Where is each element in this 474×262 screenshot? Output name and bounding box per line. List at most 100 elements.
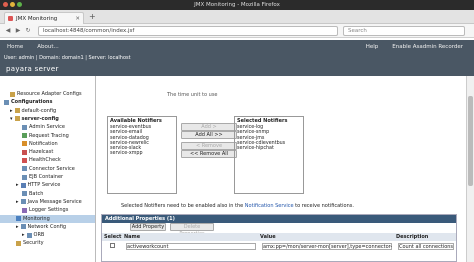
tree-node-icon xyxy=(22,133,27,138)
back-icon[interactable]: ◀ xyxy=(3,27,13,34)
add-all-button[interactable]: Add All >> xyxy=(181,131,237,139)
sidebar-item-label: EJB Container xyxy=(29,174,64,180)
forward-icon[interactable]: ▶ xyxy=(13,27,23,34)
remove-all-button[interactable]: << Remove All xyxy=(181,150,237,158)
url-bar[interactable]: localhost:4848/common/index.jsf xyxy=(38,26,338,36)
tree-node-icon xyxy=(26,232,32,238)
sidebar-item-network-config[interactable]: ▸ Network Config xyxy=(0,223,95,231)
selected-notifiers-list[interactable]: Selected Notifiers service-log service-sn… xyxy=(234,116,304,194)
expand-icon[interactable]: ▸ xyxy=(22,232,25,238)
sidebar-item-label: HealthCheck xyxy=(29,157,61,164)
about-button[interactable]: About... xyxy=(30,40,66,54)
sidebar-item-connector-service[interactable]: Connector Service xyxy=(0,165,95,173)
tree-node-icon xyxy=(22,149,27,155)
selected-notifiers-title: Selected Notifiers xyxy=(237,118,288,124)
notification-service-link[interactable]: Notification Service xyxy=(245,203,294,209)
tree-node-icon xyxy=(20,199,26,205)
available-notifiers-list[interactable]: Available Notifiers service-eventbus serv… xyxy=(107,116,177,194)
add-property-button[interactable]: Add Property xyxy=(130,223,166,231)
notifier-note: Selected Notifiers need to be enabled al… xyxy=(121,203,354,209)
tree-node-icon xyxy=(22,207,27,213)
sidebar-item-admin-service[interactable]: Admin Service xyxy=(0,123,95,131)
search-input[interactable]: Search xyxy=(343,26,465,36)
sidebar-item-label: Admin Service xyxy=(29,124,66,131)
sidebar-item-security[interactable]: Security xyxy=(0,239,95,247)
sidebar-item-resource-adapter-configs[interactable]: Resource Adapter Configs xyxy=(0,90,95,98)
sidebar-item-label: Java Message Service xyxy=(27,198,82,205)
sidebar-item-hazelcast[interactable]: Hazelcast xyxy=(0,148,95,156)
notifier-option[interactable]: service-xmpp xyxy=(108,151,176,156)
expand-icon[interactable]: ▸ xyxy=(16,199,19,205)
sidebar-item-logger-settings[interactable]: Logger Settings xyxy=(0,206,95,214)
notifier-option[interactable]: service-hipchat xyxy=(235,146,303,151)
remove-button[interactable]: < Remove xyxy=(181,142,237,150)
sidebar-item-label: ORB xyxy=(33,232,45,239)
property-description-field[interactable]: Count all connections xyxy=(398,242,454,250)
sidebar-item-request-tracing[interactable]: Request Tracing xyxy=(0,132,95,140)
scrollbar-thumb[interactable] xyxy=(468,96,473,186)
row-checkbox[interactable] xyxy=(108,242,118,250)
table-row: activeworkcount amx:pp=/mon/server-mon[s… xyxy=(102,242,456,250)
tree-node-icon xyxy=(22,174,27,180)
user-info: User: admin | Domain: domain1 | Server: … xyxy=(0,54,474,62)
expand-icon[interactable]: ▸ xyxy=(10,108,13,114)
available-notifiers-title: Available Notifiers xyxy=(110,118,162,124)
asadmin-recorder-button[interactable]: Enable Asadmin Recorder xyxy=(385,40,470,54)
note-text: Selected Notifiers need to be enabled al… xyxy=(121,203,245,209)
sidebar-item-label: Network Config xyxy=(27,223,67,230)
sidebar-item-healthcheck[interactable]: HealthCheck xyxy=(0,156,95,164)
new-tab-button[interactable]: + xyxy=(89,12,96,22)
window-titlebar: JMX Monitoring - Mozilla Firefox xyxy=(0,0,474,10)
browser-tab[interactable]: JMX Monitoring ✕ xyxy=(4,12,84,24)
page-scrollbar[interactable] xyxy=(466,76,474,262)
sidebar-item-label: Hazelcast xyxy=(29,149,54,156)
sidebar-item-default-config[interactable]: ▸ default-config xyxy=(0,107,95,115)
sidebar-item-label: Logger Settings xyxy=(29,207,69,214)
tree-node-icon xyxy=(22,141,27,147)
sidebar-item-ejb-container[interactable]: EJB Container xyxy=(0,173,95,181)
window-title: JMX Monitoring - Mozilla Firefox xyxy=(194,2,280,8)
expand-icon[interactable]: ▾ xyxy=(10,116,13,122)
col-description: Description xyxy=(396,234,429,240)
expand-icon[interactable]: ▸ xyxy=(16,182,19,188)
sidebar-item-server-config[interactable]: ▾ server-config xyxy=(0,115,95,123)
help-button[interactable]: Help xyxy=(359,40,386,54)
sidebar-item-configurations[interactable]: Configurations xyxy=(0,98,95,106)
add-button[interactable]: Add > xyxy=(181,123,237,131)
sidebar-item-orb[interactable]: ▸ ORB xyxy=(0,231,95,239)
sidebar-item-label: Notification xyxy=(29,140,58,147)
sidebar-item-label: server-config xyxy=(21,115,59,122)
property-name-field[interactable]: activeworkcount xyxy=(126,242,256,250)
home-button[interactable]: Home xyxy=(0,40,30,54)
tree-node-icon xyxy=(10,91,15,97)
delete-properties-button[interactable]: Delete Properties xyxy=(170,223,214,237)
close-tab-icon[interactable]: ✕ xyxy=(75,16,80,22)
tree-node-icon xyxy=(14,108,20,114)
navigation-tree: Resource Adapter Configs Configurations ▸ d… xyxy=(0,76,96,262)
sidebar-item-http-service[interactable]: ▸ HTTP Service xyxy=(0,181,95,189)
additional-properties-table: Additional Properties (1) Add Property D… xyxy=(101,214,457,262)
sidebar-item-monitoring[interactable]: Monitoring xyxy=(0,214,95,223)
sidebar-item-label: Monitoring xyxy=(23,215,50,222)
col-name: Name xyxy=(124,234,141,240)
expand-icon[interactable]: ▸ xyxy=(16,224,19,230)
sidebar-item-notification[interactable]: Notification xyxy=(0,140,95,148)
sidebar-item-label: Configurations xyxy=(11,99,53,106)
tree-node-icon xyxy=(4,99,9,105)
tree-node-icon xyxy=(14,116,20,122)
sidebar-item-label: Request Tracing xyxy=(29,132,69,139)
tree-node-icon xyxy=(22,157,27,163)
property-value-field[interactable]: amx:pp=/mon/server-mon[server],type=conn… xyxy=(262,242,392,250)
reload-icon[interactable]: ↻ xyxy=(23,27,33,34)
sidebar-item-java-message-service[interactable]: ▸ Java Message Service xyxy=(0,198,95,206)
minimize-window-icon[interactable] xyxy=(10,2,15,7)
close-window-icon[interactable] xyxy=(3,2,8,7)
tree-node-icon xyxy=(20,182,26,188)
col-select: Select xyxy=(104,234,122,240)
sidebar-item-label: default-config xyxy=(21,107,57,114)
table-header: Select Name Value Description xyxy=(102,233,456,241)
sidebar-item-batch[interactable]: Batch xyxy=(0,190,95,198)
sidebar-item-label: Resource Adapter Configs xyxy=(17,91,82,97)
maximize-window-icon[interactable] xyxy=(17,2,22,7)
properties-title: Additional Properties (1) xyxy=(102,215,456,223)
